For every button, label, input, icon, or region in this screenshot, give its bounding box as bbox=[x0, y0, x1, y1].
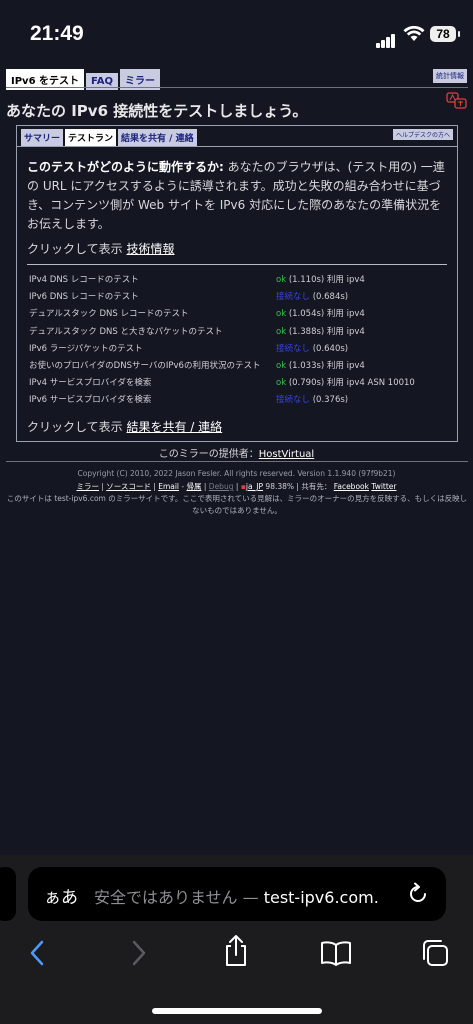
divider bbox=[27, 264, 447, 265]
test-results-list: IPv4 DNS レコードのテスト ok (1.110s) 利用 ipv4 IPv… bbox=[29, 271, 449, 409]
status-ok: ok bbox=[276, 309, 287, 320]
divider bbox=[6, 87, 468, 88]
reload-icon[interactable] bbox=[406, 882, 430, 906]
test-row: IPv6 サービスプロバイダを検索 接続なし (0.376s) bbox=[29, 391, 449, 408]
status-failed: 接続なし bbox=[276, 395, 311, 406]
tab-test-run[interactable]: テストラン bbox=[65, 129, 117, 146]
test-row: IPv4 サービスプロバイダを検索 ok (0.790s) 利用 ipv4 ASN… bbox=[29, 374, 449, 391]
translate-icon[interactable] bbox=[446, 92, 468, 110]
stats-link[interactable]: 統計情報 bbox=[433, 69, 467, 83]
cellular-signal-icon bbox=[376, 29, 396, 48]
bookmarks-icon[interactable] bbox=[320, 940, 352, 966]
clock: 21:49 bbox=[30, 22, 84, 45]
page-settings-button[interactable]: ぁあ bbox=[44, 883, 78, 908]
back-icon[interactable] bbox=[26, 938, 50, 968]
test-name: IPv6 サービスプロバイダを検索 bbox=[29, 395, 152, 406]
test-result: ok (1.033s) 利用 ipv4 bbox=[276, 359, 365, 371]
status-bar: 21:49 78 bbox=[0, 0, 473, 70]
test-result: ok (1.110s) 利用 ipv4 bbox=[276, 273, 365, 285]
previous-tab-peek[interactable] bbox=[0, 867, 16, 921]
test-result: ok (1.054s) 利用 ipv4 bbox=[276, 307, 365, 319]
share-toggle: クリックして表示 結果を共有 / 連絡 bbox=[27, 418, 222, 435]
page-title: あなたの IPv6 接続性をテストしましょう。 bbox=[6, 102, 308, 120]
status-ok: ok bbox=[276, 378, 287, 389]
disclaimer: このサイトは test-ipv6.com のミラーサイトです。ここで表明されてい… bbox=[6, 494, 468, 515]
share-icon[interactable] bbox=[222, 934, 250, 968]
divider bbox=[17, 146, 457, 147]
test-row: デュアルスタック DNS レコードのテスト ok (1.054s) 利用 ipv4 bbox=[29, 305, 449, 322]
locale-percent: 98.38% bbox=[265, 482, 295, 491]
test-row: IPv6 ラージパケットのテスト 接続なし (0.640s) bbox=[29, 340, 449, 357]
test-name: IPv6 DNS レコードのテスト bbox=[29, 292, 139, 303]
test-result: 接続なし (0.376s) bbox=[276, 393, 348, 405]
url-domain: test-ipv6.com. bbox=[263, 888, 379, 907]
status-ok: ok bbox=[276, 275, 287, 285]
copyright: Copyright (C) 2010, 2022 Jason Fesler. A… bbox=[77, 469, 396, 478]
mirror-provider-link[interactable]: HostVirtual bbox=[259, 449, 314, 460]
test-detail: (0.790s) 利用 ipv4 ASN 10010 bbox=[286, 378, 415, 389]
address-bar[interactable]: ぁあ 安全ではありません — test-ipv6.com. bbox=[28, 867, 446, 921]
test-detail: (0.684s) bbox=[310, 292, 349, 303]
source-code-link[interactable]: ソースコード bbox=[106, 482, 151, 491]
test-detail: (1.110s) 利用 ipv4 bbox=[286, 275, 365, 285]
mirrors-link[interactable]: ミラー bbox=[76, 482, 99, 491]
status-failed: 接続なし bbox=[276, 343, 311, 354]
tech-info-toggle: クリックして表示 技術情報 bbox=[27, 240, 175, 257]
attribution-link[interactable]: 帰属 bbox=[187, 482, 202, 491]
test-result: ok (0.790s) 利用 ipv4 ASN 10010 bbox=[276, 376, 415, 388]
test-detail: (1.033s) 利用 ipv4 bbox=[286, 360, 365, 371]
test-name: デュアルスタック DNS レコードのテスト bbox=[29, 309, 189, 320]
status-failed: 接続なし bbox=[276, 292, 311, 303]
helpdesk-link[interactable]: ヘルプデスクの方へ bbox=[392, 129, 453, 140]
click-show-label: クリックして表示 bbox=[27, 242, 123, 256]
divider bbox=[6, 461, 468, 462]
test-name: IPv4 DNS レコードのテスト bbox=[29, 275, 139, 285]
locale-link[interactable]: ja_JP bbox=[246, 482, 263, 491]
intro-bold: このテストがどのように動作するか: bbox=[27, 160, 224, 174]
share-results-link[interactable]: 結果を共有 / 連絡 bbox=[126, 420, 222, 434]
test-result: ok (1.388s) 利用 ipv4 bbox=[276, 325, 365, 337]
test-result: 接続なし (0.640s) bbox=[276, 342, 348, 354]
debug-link[interactable]: Debug bbox=[209, 482, 234, 491]
facebook-link[interactable]: Facebook bbox=[334, 482, 369, 491]
footer-links: ミラー | ソースコード | Email - 帰属 | Debug | ▪ja_… bbox=[76, 482, 397, 491]
share-label: 共有先： bbox=[301, 482, 332, 491]
test-row: IPv6 DNS レコードのテスト 接続なし (0.684s) bbox=[29, 288, 449, 305]
test-name: お使いのプロバイダのDNSサーバのIPv6の利用状況のテスト bbox=[29, 360, 261, 371]
url-text[interactable]: 安全ではありません — test-ipv6.com. bbox=[94, 884, 379, 908]
test-detail: (0.640s) bbox=[310, 343, 349, 354]
email-link[interactable]: Email bbox=[158, 482, 179, 491]
test-result: 接続なし (0.684s) bbox=[276, 290, 348, 302]
insecure-label: 安全ではありません — bbox=[94, 888, 264, 907]
tabs-icon[interactable] bbox=[420, 938, 450, 968]
test-row: デュアルスタック DNS と大きなパケットのテスト ok (1.388s) 利用 … bbox=[29, 323, 449, 340]
forward-icon[interactable] bbox=[126, 938, 150, 968]
sub-tabs: サマリー テストラン 結果を共有 / 連絡 bbox=[21, 129, 199, 146]
test-detail: (1.054s) 利用 ipv4 bbox=[286, 309, 365, 320]
test-name: IPv4 サービスプロバイダを検索 bbox=[29, 378, 152, 389]
test-name: デュアルスタック DNS と大きなパケットのテスト bbox=[29, 326, 223, 337]
intro-text: このテストがどのように動作するか: あなたのブラウザは、(テスト用の) 一連の … bbox=[27, 158, 445, 234]
separator: - bbox=[179, 482, 187, 491]
battery-icon: 78 bbox=[430, 26, 460, 42]
test-detail: (1.388s) 利用 ipv4 bbox=[286, 326, 365, 337]
status-ok: ok bbox=[276, 326, 287, 337]
tab-summary[interactable]: サマリー bbox=[21, 129, 64, 146]
tab-share-results[interactable]: 結果を共有 / 連絡 bbox=[118, 129, 197, 146]
status-ok: ok bbox=[276, 360, 287, 371]
wifi-icon bbox=[403, 26, 425, 41]
test-row: お使いのプロバイダのDNSサーバのIPv6の利用状況のテスト ok (1.033s… bbox=[29, 357, 449, 374]
tech-info-link[interactable]: 技術情報 bbox=[126, 242, 174, 256]
test-panel: サマリー テストラン 結果を共有 / 連絡 ヘルプデスクの方へ このテストがどのよう… bbox=[16, 125, 458, 442]
mirror-credit: このミラーの提供者：HostVirtual bbox=[0, 445, 473, 460]
test-row: IPv4 DNS レコードのテスト ok (1.110s) 利用 ipv4 bbox=[29, 271, 449, 288]
test-detail: (0.376s) bbox=[310, 395, 349, 406]
twitter-link[interactable]: Twitter bbox=[371, 482, 396, 491]
mirror-label: このミラーの提供者： bbox=[158, 449, 259, 460]
test-name: IPv6 ラージパケットのテスト bbox=[29, 343, 143, 354]
home-indicator[interactable] bbox=[152, 1008, 322, 1014]
click-show-label: クリックして表示 bbox=[27, 420, 123, 434]
browser-toolbar bbox=[0, 930, 473, 980]
